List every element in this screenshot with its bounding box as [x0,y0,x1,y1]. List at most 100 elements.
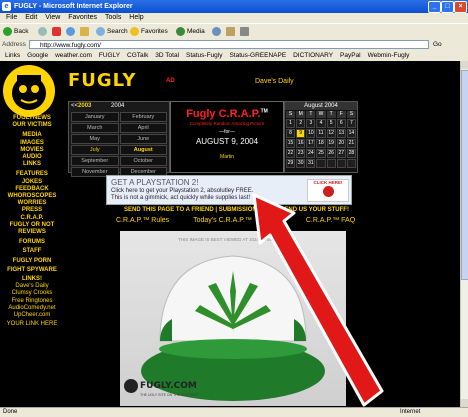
minimize-button[interactable]: _ [428,1,441,13]
nav-reviews[interactable]: REVIEWS [2,229,62,236]
menu-favorites[interactable]: Favorites [68,13,97,23]
day-cell[interactable]: 23 [296,149,306,158]
day-cell[interactable]: 12 [326,129,336,138]
menu-edit[interactable]: Edit [25,13,37,23]
nav-images[interactable]: IMAGES [2,140,62,147]
nav-staff[interactable]: STAFF [2,248,62,255]
month-january[interactable]: January [71,112,119,122]
nav-fugly-porn[interactable]: FUGLY PORN [2,258,62,265]
nav-free-ringtones[interactable]: Free Ringtones [2,298,62,305]
day-cell[interactable]: 22 [286,149,296,158]
month-october[interactable]: October [119,156,167,166]
day-cell[interactable]: 29 [286,159,296,168]
month-march[interactable]: March [71,123,119,133]
day-cell[interactable]: 6 [336,119,346,128]
menu-file[interactable]: File [6,13,17,23]
vertical-scrollbar[interactable] [460,61,468,407]
nav-your-link-here[interactable]: YOUR LINK HERE [2,321,62,328]
year-2003[interactable]: 2003 [78,103,91,109]
day-cell[interactable]: 17 [306,139,316,148]
send-to-friend-link[interactable]: SEND THIS PAGE TO A FRIEND [124,207,214,213]
month-june[interactable]: June [119,134,167,144]
link-3dtotal[interactable]: 3D Total [155,50,179,61]
fugly-logo[interactable] [3,65,55,117]
nav-fight-spyware[interactable]: FIGHT SPYWARE [2,267,62,274]
day-cell[interactable]: 3 [306,119,316,128]
month-april[interactable]: April [119,123,167,133]
nav-daves-daily[interactable]: Dave's Daily [2,283,62,290]
maximize-button[interactable]: □ [441,1,454,13]
nav-worries[interactable]: WORRIES [2,200,62,207]
day-cell[interactable]: 16 [296,139,306,148]
day-cell[interactable]: 28 [346,149,356,158]
nav-press[interactable]: PRESS [2,207,62,214]
media-button[interactable]: Media [176,26,205,37]
todays-crap-link[interactable]: Today's C.R.A.P.™ [193,217,252,224]
day-cell[interactable]: 26 [326,149,336,158]
link-dictionary[interactable]: DICTIONARY [293,50,333,61]
day-cell[interactable]: 20 [336,139,346,148]
link-status-fugly[interactable]: Status-Fugly [186,50,223,61]
day-cell[interactable]: 1 [286,119,296,128]
home-button[interactable] [80,26,91,37]
print-button[interactable] [240,26,251,37]
day-cell[interactable]: 18 [316,139,326,148]
link-status-greenape[interactable]: Status-GREENAPE [229,50,286,61]
link-cgtalk[interactable]: CGTalk [127,50,148,61]
month-july[interactable]: July [71,145,119,155]
nav-our-victims[interactable]: OUR VICTIMS [2,122,62,129]
crap-author[interactable]: Martin [171,154,283,160]
day-cell[interactable]: 25 [316,149,326,158]
menu-tools[interactable]: Tools [105,13,121,23]
link-google[interactable]: Google [27,50,48,61]
day-cell[interactable]: 19 [326,139,336,148]
nav-jokes[interactable]: JOKES [2,179,62,186]
nav-feedback[interactable]: FEEDBACK [2,186,62,193]
nav-upcheer[interactable]: UpCheer.com [2,312,62,319]
day-cell[interactable]: 4 [316,119,326,128]
nav-links[interactable]: LINKS [2,161,62,168]
day-cell[interactable]: 9 [296,129,306,138]
day-cell[interactable]: 14 [346,129,356,138]
day-cell[interactable]: 7 [346,119,356,128]
nav-audio[interactable]: AUDIO [2,154,62,161]
link-paypal[interactable]: PayPal [340,50,361,61]
scroll-down-button[interactable] [461,399,468,407]
day-cell[interactable]: 31 [306,159,316,168]
nav-whoroscopes[interactable]: WHOROSCOPES [2,193,62,200]
day-cell[interactable]: 13 [336,129,346,138]
month-february[interactable]: February [119,112,167,122]
day-cell[interactable]: 5 [326,119,336,128]
menu-help[interactable]: Help [129,13,143,23]
day-cell[interactable]: 30 [296,159,306,168]
nav-fuglynews[interactable]: FUGLYNEWS [2,115,62,122]
back-button[interactable]: Back [3,26,28,37]
day-cell[interactable]: 2 [296,119,306,128]
address-input[interactable]: http://www.fugly.com/ [29,40,429,49]
link-webmin[interactable]: Webmin-Fugly [368,50,410,61]
nav-fugly-or-not[interactable]: FUGLY OR NOT [2,222,62,229]
go-button[interactable]: Go [433,40,442,49]
search-button[interactable]: Search [96,26,128,37]
nav-crap[interactable]: C.R.A.P. [2,215,62,222]
menu-view[interactable]: View [45,13,60,23]
day-cell[interactable]: 15 [286,139,296,148]
day-cell[interactable]: 24 [306,149,316,158]
history-button[interactable] [212,26,223,37]
scroll-up-button[interactable] [461,61,468,69]
year-2004[interactable]: 2004 [111,103,124,109]
mail-button[interactable] [226,26,237,37]
day-cell[interactable]: 8 [286,129,296,138]
forward-button[interactable] [38,26,49,37]
day-cell[interactable]: 10 [306,129,316,138]
day-cell[interactable]: 21 [346,139,356,148]
nav-movies[interactable]: MOVIES [2,147,62,154]
favorites-button[interactable]: Favorites [130,26,168,37]
prev-year-button[interactable]: << [71,103,78,109]
nav-forums[interactable]: FORUMS [2,239,62,246]
link-weather[interactable]: weather.com [55,50,92,61]
month-september[interactable]: September [71,156,119,166]
month-august[interactable]: August [119,145,167,155]
link-fugly[interactable]: FUGLY [99,50,120,61]
day-cell[interactable]: 11 [316,129,326,138]
